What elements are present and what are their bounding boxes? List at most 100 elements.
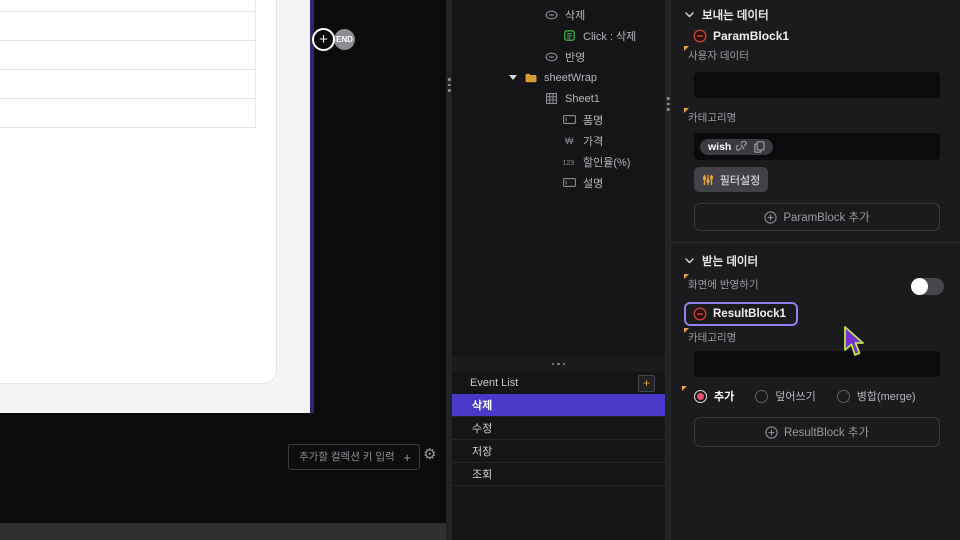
- folder-icon: [523, 73, 538, 83]
- tree-item-sheet1[interactable]: Sheet1: [452, 88, 665, 109]
- add-event-button[interactable]: +: [638, 374, 655, 392]
- tree-item-sheetwrap[interactable]: sheetWrap: [452, 67, 665, 88]
- end-node-label: END: [336, 35, 353, 44]
- resultblock-name: ResultBlock1: [713, 308, 786, 320]
- tree-item-label: 품명: [583, 114, 604, 127]
- tree-list: 삭제 Click : 삭제반영 sheetWrap Sheet1 품명 ₩ 가격 123 할인율…: [452, 4, 665, 193]
- event-item-label: 조회: [472, 469, 493, 481]
- event-item-delete[interactable]: 삭제: [452, 394, 665, 417]
- tree-item-label: sheetWrap: [544, 71, 597, 84]
- apply-to-screen-toggle[interactable]: [911, 278, 944, 295]
- remove-block-icon[interactable]: [693, 29, 707, 43]
- event-item-label: 저장: [472, 446, 493, 458]
- svg-text:₩: ₩: [565, 136, 574, 146]
- design-canvas-card[interactable]: [0, 0, 277, 384]
- oval-minus-icon: [544, 52, 559, 62]
- oval-minus-icon: [544, 10, 559, 20]
- currency-icon: ₩: [562, 135, 577, 146]
- receive-data-section-header[interactable]: 받는 데이터: [685, 253, 758, 269]
- radio-label-add: 추가: [714, 391, 735, 403]
- binding-chip[interactable]: wish: [700, 138, 774, 155]
- drag-handle-icon[interactable]: [447, 78, 451, 92]
- number-icon: 123: [562, 157, 577, 167]
- receive-data-title: 받는 데이터: [702, 256, 759, 268]
- event-list-header: Event List +: [452, 372, 665, 394]
- chip-text: wish: [708, 140, 732, 153]
- result-category-label: 카테고리명: [688, 332, 737, 344]
- tree-item-click-delete[interactable]: Click : 삭제: [452, 25, 665, 46]
- flow-plus-node[interactable]: +: [312, 28, 335, 51]
- tree-item-field-name[interactable]: 품명: [452, 109, 665, 130]
- category-label: 카테고리명: [688, 112, 737, 124]
- text-field-icon: [562, 115, 577, 124]
- unlink-icon[interactable]: [736, 140, 749, 153]
- radio-add[interactable]: [694, 389, 707, 403]
- gear-icon[interactable]: ⚙: [423, 447, 436, 462]
- app-window: + END + ⚙ 삭제 Click : 삭제반영 sheetWrap Sheet1 품…: [0, 0, 960, 540]
- tree-item-label: 삭제: [565, 9, 586, 22]
- event-list-title: Event List: [470, 377, 519, 389]
- list-row[interactable]: [0, 41, 256, 70]
- chevron-down-icon: [685, 12, 694, 18]
- send-data-title: 보내는 데이터: [702, 10, 769, 22]
- radio-label-overwrite: 덮어쓰기: [775, 391, 816, 403]
- tree-item-field-discount[interactable]: 123 할인율(%): [452, 151, 665, 172]
- filter-sliders-icon: [702, 174, 713, 185]
- radio-merge[interactable]: [836, 389, 850, 403]
- event-item-save[interactable]: 저장: [452, 440, 665, 463]
- toggle-knob: [911, 278, 928, 295]
- drag-handle-icon[interactable]: [666, 97, 670, 111]
- tree-item-field-desc[interactable]: 설명: [452, 172, 665, 193]
- event-list: 삭제수정저장조회: [452, 394, 665, 486]
- radio-overwrite[interactable]: [755, 389, 769, 403]
- copy-icon[interactable]: [754, 140, 765, 153]
- list-row[interactable]: [0, 70, 256, 99]
- flow-end-node[interactable]: END: [334, 29, 355, 50]
- filter-button-label: 필터설정: [719, 174, 761, 187]
- event-script-icon: [562, 30, 577, 41]
- event-item-query[interactable]: 조회: [452, 463, 665, 486]
- event-item-label: 수정: [472, 423, 493, 435]
- data-properties-panel: 보내는 데이터 ParamBlock1 사용자 데이터 카테고리명 wish 필…: [671, 0, 960, 540]
- panel-resize-strip[interactable]: [452, 356, 665, 372]
- tree-item-label: 가격: [583, 135, 604, 148]
- structure-tree-panel: 삭제 Click : 삭제반영 sheetWrap Sheet1 품명 ₩ 가격 123 할인율…: [452, 0, 665, 540]
- bottom-status-strip: [0, 523, 448, 540]
- canvas-edge-line: [310, 0, 314, 413]
- sheet-grid-icon: [544, 93, 559, 104]
- remove-block-icon[interactable]: [693, 307, 707, 321]
- result-category-input[interactable]: [694, 351, 940, 377]
- plus-circle-icon: [765, 425, 778, 439]
- tree-item-field-price[interactable]: ₩ 가격: [452, 130, 665, 151]
- plus-icon: +: [319, 31, 328, 48]
- event-item-edit[interactable]: 수정: [452, 417, 665, 440]
- field-marker-icon: [682, 386, 687, 391]
- paramblock-name: ParamBlock1: [713, 29, 790, 43]
- add-resultblock-label: ResultBlock 추가: [783, 427, 870, 439]
- category-input[interactable]: wish: [694, 133, 940, 160]
- list-row[interactable]: [0, 99, 256, 128]
- collection-key-box[interactable]: +: [288, 444, 420, 470]
- add-paramblock-label: ParamBlock 추가: [783, 212, 870, 224]
- send-data-section-header[interactable]: 보내는 데이터: [685, 7, 769, 23]
- filter-settings-button[interactable]: 필터설정: [694, 167, 768, 192]
- drag-handle-icon[interactable]: [551, 362, 566, 366]
- tree-item-label: 할인율(%): [583, 156, 631, 169]
- list-row[interactable]: [0, 12, 256, 41]
- expand-arrow-icon[interactable]: [509, 75, 517, 80]
- paramblock-row[interactable]: ParamBlock1: [693, 29, 789, 43]
- add-paramblock-button[interactable]: ParamBlock 추가: [694, 203, 940, 231]
- add-resultblock-button[interactable]: ResultBlock 추가: [694, 417, 940, 447]
- user-data-input[interactable]: [694, 72, 940, 98]
- apply-to-screen-label: 화면에 반영하기: [688, 279, 759, 291]
- list-row[interactable]: [0, 0, 256, 12]
- tree-item-delete[interactable]: 삭제: [452, 4, 665, 25]
- collection-key-input[interactable]: [297, 450, 400, 464]
- add-collection-icon[interactable]: +: [403, 450, 411, 465]
- list-widget: [0, 0, 256, 128]
- tree-item-label: 반영: [565, 51, 586, 64]
- tree-item-apply[interactable]: 반영: [452, 46, 665, 67]
- resultblock-row-highlighted[interactable]: ResultBlock1: [684, 302, 798, 326]
- tree-item-label: Sheet1: [565, 92, 600, 105]
- mouse-cursor: [844, 326, 864, 356]
